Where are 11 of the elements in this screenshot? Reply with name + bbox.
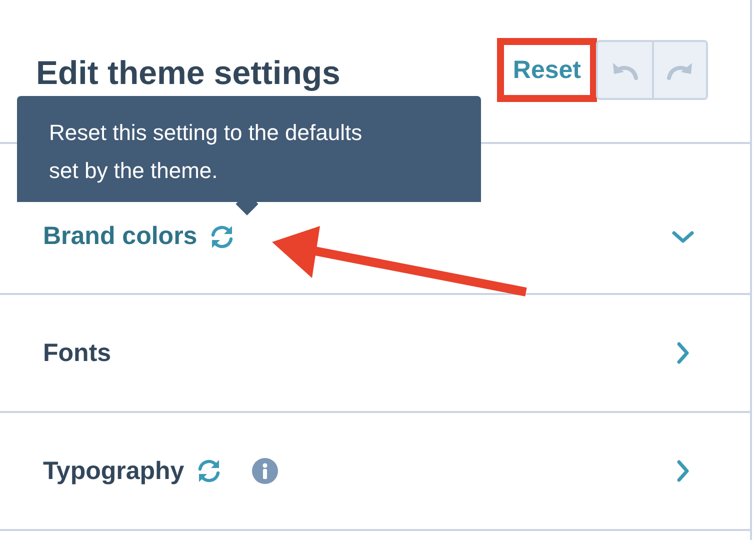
section-label: Brand colors bbox=[43, 222, 198, 251]
reset-icon[interactable] bbox=[209, 224, 236, 250]
tooltip: Reset this setting to the defaults set by the theme. bbox=[17, 96, 481, 214]
section-row[interactable]: Fonts bbox=[0, 295, 750, 413]
section-label: Typography bbox=[43, 456, 184, 486]
reset-icon[interactable] bbox=[196, 458, 222, 484]
panel-title: Edit theme settings bbox=[36, 54, 340, 92]
section-row[interactable]: Typography bbox=[0, 413, 750, 531]
info-icon[interactable] bbox=[252, 458, 278, 484]
reset-button[interactable]: Reset bbox=[500, 42, 593, 98]
section-label: Fonts bbox=[43, 338, 112, 368]
